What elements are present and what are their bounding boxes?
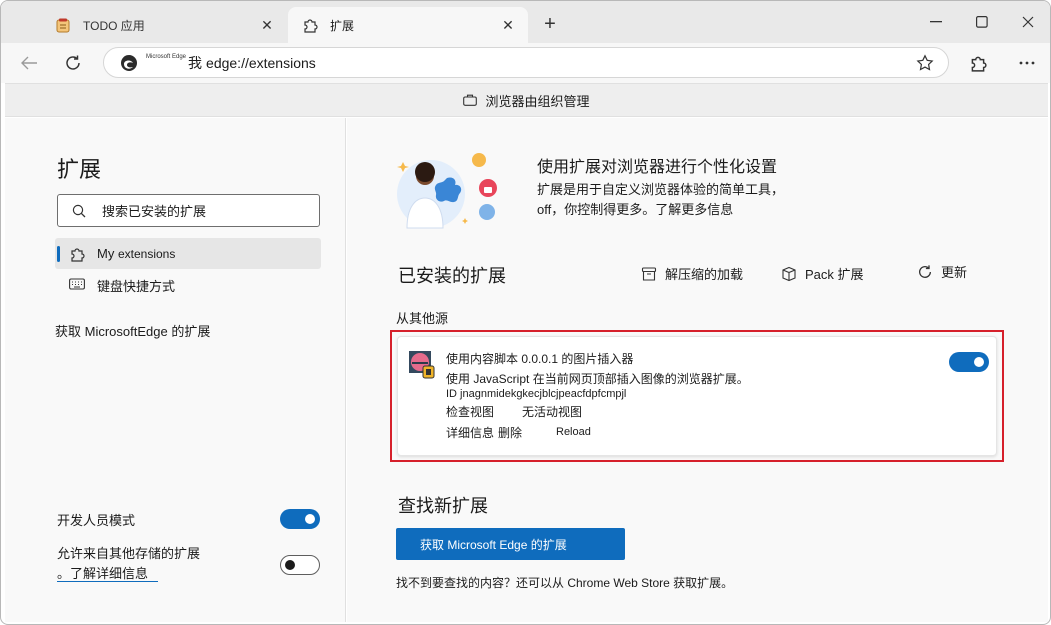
tab-extensions[interactable]: 扩展 ✕	[288, 7, 528, 43]
maximize-icon[interactable]	[971, 11, 993, 33]
refresh-icon	[917, 264, 933, 280]
search-icon	[72, 204, 86, 218]
update-button[interactable]: 更新	[917, 262, 967, 281]
developer-mode-toggle[interactable]	[280, 509, 320, 529]
sidebar-item-my-extensions[interactable]: My extensions	[55, 238, 321, 269]
url-text[interactable]: edge://extensions	[206, 55, 316, 71]
installed-extensions-title: 已安装的扩展	[398, 266, 506, 286]
get-extensions-button[interactable]: 获取 Microsoft Edge 的扩展	[396, 528, 625, 560]
sidebar: 扩展 搜索已安装的扩展 My extensions 键盘快捷方式 获取 Micr…	[5, 118, 346, 622]
back-arrow-icon[interactable]	[17, 51, 41, 75]
puzzle-icon	[69, 246, 85, 262]
notepad-icon	[55, 17, 71, 33]
navigation-bar: Microsoft Edge 我 edge://extensions	[1, 43, 1050, 83]
more-menu-icon[interactable]	[1015, 51, 1039, 75]
search-input[interactable]: 搜索已安装的扩展	[57, 194, 320, 227]
details-link[interactable]: 详细信息	[446, 424, 494, 441]
tab-label: TODO 应用	[83, 18, 145, 33]
inspect-views-label: 检查视图	[446, 405, 495, 419]
identity-char: 我	[188, 54, 203, 71]
learn-more-link[interactable]: 。了解详细信息	[57, 566, 159, 582]
allow-other-stores-toggle[interactable]	[280, 555, 320, 575]
update-label: 更新	[941, 265, 968, 280]
package-icon	[781, 266, 797, 282]
close-icon[interactable]: ✕	[500, 17, 516, 33]
tab-strip: TODO 应用 ✕ 扩展 ✕ +	[1, 1, 1050, 43]
hero-title: 使用扩展对浏览器进行个性化设置	[537, 159, 778, 176]
browser-window: TODO 应用 ✕ 扩展 ✕ + Microsoft Edge 我 edge:/…	[0, 0, 1051, 625]
load-unpacked-button[interactable]: 解压缩的加载	[641, 264, 743, 283]
extension-enabled-toggle[interactable]	[949, 352, 989, 372]
allow-other-stores-label: 允许来自其他存储的扩展 。了解详细信息	[57, 544, 200, 584]
keyboard-icon	[69, 277, 85, 294]
no-active-views-label: 无活动视图	[522, 405, 583, 419]
identity-label: Microsoft Edge	[146, 53, 187, 60]
reload-link[interactable]: Reload	[556, 426, 591, 438]
from-other-sources-label: 从其他源	[396, 311, 449, 326]
extension-name: 使用内容脚本 0.0.0.1 的图片插入器	[446, 352, 634, 366]
extensions-puzzle-icon[interactable]	[966, 51, 990, 75]
find-new-extensions-title: 查找新扩展	[398, 496, 488, 516]
favorite-star-icon[interactable]	[916, 54, 934, 72]
archive-icon	[641, 266, 657, 282]
extension-description: 使用 JavaScript 在当前网页顶部插入图像的浏览器扩展。	[446, 372, 749, 386]
edge-logo-icon	[120, 54, 138, 72]
hero-description: 扩展是用于自定义浏览器体验的简单工具， off，你控制得更多。了解更多信息	[537, 180, 807, 220]
tab-todo[interactable]: TODO 应用 ✕	[41, 7, 287, 43]
remove-link[interactable]: 删除	[498, 424, 522, 441]
tab-label: 扩展	[330, 18, 355, 33]
hero-desc-line1: 扩展是用于自定义浏览器体验的简单工具，	[537, 182, 785, 197]
main-content: 使用扩展对浏览器进行个性化设置 扩展是用于自定义浏览器体验的简单工具， off，…	[347, 118, 1048, 622]
sidebar-item-label: 键盘快捷方式	[97, 279, 176, 294]
sidebar-title: 扩展	[57, 157, 102, 182]
address-bar[interactable]: Microsoft Edge 我 edge://extensions	[103, 47, 949, 78]
extension-id: ID jnagnmidekgkecjblcjpeacfdpfcmpjl	[446, 388, 627, 400]
pack-extension-button[interactable]: Pack 扩展	[781, 264, 864, 283]
managed-banner-text: 浏览器由组织管理	[485, 93, 590, 109]
hero-desc-line2: off，你控制得更多。了解更多信息	[537, 202, 734, 217]
refresh-icon[interactable]	[61, 51, 85, 75]
briefcase-icon	[463, 94, 478, 106]
not-found-text: 找不到要查找的内容？还可以从 Chrome Web Store 获取扩展。	[396, 576, 734, 590]
sidebar-item-keyboard-shortcuts[interactable]: 键盘快捷方式	[55, 270, 321, 301]
extension-card: 使用内容脚本 0.0.0.1 的图片插入器 使用 JavaScript 在当前网…	[397, 336, 997, 456]
close-window-icon[interactable]	[1017, 11, 1039, 33]
minimize-icon[interactable]	[925, 11, 947, 33]
managed-banner[interactable]: 浏览器由组织管理	[5, 83, 1048, 117]
sidebar-item-label: My extensions	[97, 246, 176, 261]
puzzle-icon	[302, 17, 318, 33]
hero-illustration	[395, 148, 513, 230]
search-placeholder: 搜索已安装的扩展	[102, 204, 207, 219]
new-tab-button[interactable]: +	[539, 13, 561, 35]
allow-other-line1: 允许来自其他存储的扩展	[57, 546, 201, 561]
close-icon[interactable]: ✕	[259, 17, 275, 33]
developer-mode-label: 开发人员模式	[57, 513, 136, 528]
load-unpacked-label: 解压缩的加载	[665, 267, 744, 282]
get-extensions-link[interactable]: 获取 MicrosoftEdge 的扩展	[55, 321, 210, 340]
pack-extension-label: Pack 扩展	[805, 267, 864, 282]
extension-logo-icon	[409, 351, 435, 379]
